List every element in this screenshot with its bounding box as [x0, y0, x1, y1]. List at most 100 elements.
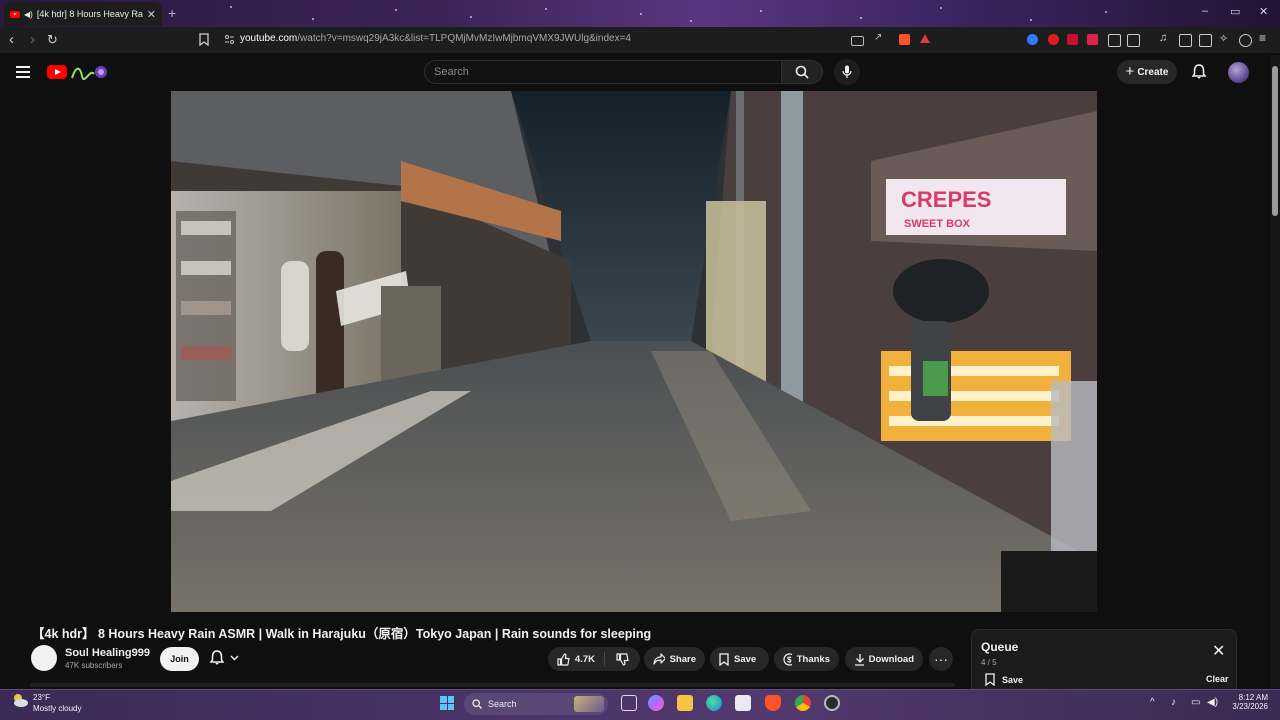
share-label: Share — [669, 653, 696, 665]
thanks-label: Thanks — [796, 653, 830, 665]
clock-date: 3/23/2026 — [1232, 702, 1268, 711]
minimize-icon[interactable]: – — [1202, 5, 1208, 17]
wallet-icon[interactable] — [1199, 34, 1212, 47]
dislike-button[interactable] — [605, 647, 640, 671]
browser-tab-strip — [0, 0, 1280, 27]
share-button[interactable]: Share — [644, 647, 705, 671]
notifications-bell-icon[interactable] — [1192, 64, 1206, 79]
edge-icon[interactable] — [706, 695, 722, 711]
clock-time: 8:12 AM — [1238, 693, 1268, 702]
back-icon[interactable]: ‹ — [9, 31, 14, 49]
svg-text:$: $ — [787, 655, 792, 664]
voice-search-button[interactable] — [834, 59, 860, 85]
brave-shield-icon[interactable] — [899, 34, 910, 45]
extension-icon[interactable] — [1027, 34, 1038, 45]
windows-taskbar — [0, 689, 1280, 720]
save-button[interactable]: Save — [710, 647, 769, 671]
close-tab-icon[interactable]: ✕ — [147, 8, 156, 21]
queue-clear-button[interactable]: Clear — [1206, 674, 1229, 684]
close-icon[interactable]: ✕ — [1212, 644, 1225, 660]
address-bar[interactable]: youtube.com/watch?v=mswq29jA3kc&list=TLP… — [240, 33, 631, 44]
youtube-doodle-icon[interactable] — [70, 62, 108, 82]
taskbar-search-label: Search — [488, 699, 517, 709]
menu-icon[interactable] — [16, 66, 30, 81]
screen-cast-icon[interactable] — [851, 36, 864, 46]
subscriber-count: 47K subscribers — [65, 661, 123, 670]
download-icon — [855, 653, 864, 666]
sidebar-icon[interactable] — [1179, 34, 1192, 47]
search-button[interactable] — [781, 60, 823, 84]
video-frame-rainy-street: CREPES SWEET BOX — [171, 91, 1097, 612]
thanks-button[interactable]: $ Thanks — [774, 647, 839, 671]
weather-condition[interactable]: Mostly cloudy — [33, 704, 81, 713]
display-icon[interactable]: ▭ — [1191, 697, 1200, 708]
speaker-icon[interactable]: ◀) — [24, 10, 33, 19]
extension-icon[interactable] — [1048, 34, 1059, 45]
reload-icon[interactable]: ↻ — [47, 31, 58, 49]
search-icon — [472, 699, 482, 709]
extension-icon[interactable] — [1127, 34, 1140, 47]
close-window-icon[interactable]: ✕ — [1259, 5, 1268, 18]
account-avatar[interactable] — [1228, 62, 1249, 83]
shop-sign-text: CREPES — [901, 187, 991, 212]
file-explorer-icon[interactable] — [677, 695, 693, 711]
share-page-icon[interactable]: ↗ — [874, 32, 885, 43]
brave-rewards-icon[interactable] — [920, 34, 930, 43]
maximize-icon[interactable]: ▭ — [1230, 5, 1240, 18]
browser-tab[interactable]: ◀) [4k hdr] 8 Hours Heavy Rain ✕ — [4, 2, 162, 26]
extension-icon[interactable] — [1108, 34, 1121, 47]
video-player[interactable]: CREPES SWEET BOX — [171, 91, 1097, 612]
weather-temperature[interactable]: 23°F — [33, 693, 50, 702]
chevron-down-icon — [230, 655, 239, 660]
browser-menu-icon[interactable]: ≡ — [1259, 31, 1270, 45]
volume-icon[interactable]: ◀) — [1207, 697, 1218, 708]
show-hidden-icons[interactable]: ^ — [1150, 697, 1155, 708]
create-label: Create — [1137, 66, 1169, 78]
copilot-icon[interactable] — [648, 695, 664, 711]
save-icon — [719, 652, 729, 666]
bookmark-icon[interactable] — [199, 33, 209, 46]
chrome-icon[interactable] — [795, 695, 811, 711]
queue-save-button[interactable]: Save — [985, 673, 1023, 686]
youtube-logo[interactable] — [47, 65, 67, 79]
subscription-notification-button[interactable] — [210, 650, 239, 665]
system-clock[interactable]: 8:12 AM 3/23/2026 — [1226, 693, 1268, 711]
extension-icon[interactable] — [1087, 34, 1098, 45]
task-view-icon[interactable] — [621, 695, 637, 711]
search-input[interactable]: Search — [424, 60, 782, 84]
forward-icon[interactable]: › — [30, 31, 35, 49]
description-box-edge — [30, 683, 955, 687]
create-button[interactable]: + Create — [1117, 60, 1177, 84]
more-actions-button[interactable]: ··· — [929, 647, 953, 671]
site-info-icon[interactable] — [224, 34, 235, 45]
store-icon[interactable] — [735, 695, 751, 711]
plus-icon: + — [1125, 63, 1135, 80]
media-icon[interactable]: ♫ — [1159, 32, 1170, 44]
like-button[interactable]: 4.7K — [548, 647, 604, 671]
search-icon — [795, 65, 809, 79]
taskbar-search[interactable]: Search — [464, 693, 608, 715]
vpn-icon[interactable] — [1239, 34, 1252, 47]
join-button[interactable]: Join — [160, 647, 199, 671]
extension-icon[interactable] — [1067, 34, 1078, 45]
more-icon: ··· — [934, 651, 948, 667]
youtube-favicon — [10, 10, 20, 18]
thanks-icon: $ — [783, 652, 792, 666]
url-path: /watch?v=mswq29jA3kc&list=TLPQMjMvMzIwMj… — [297, 33, 631, 44]
save-icon — [985, 673, 995, 686]
windows-logo[interactable] — [440, 696, 454, 710]
channel-name[interactable]: Soul Healing999 — [65, 647, 150, 659]
app-icon[interactable] — [824, 695, 840, 711]
ai-icon[interactable]: ✧ — [1219, 32, 1230, 45]
download-button[interactable]: Download — [845, 647, 923, 671]
shop-sign-subtext: SWEET BOX — [904, 218, 971, 230]
dislike-icon — [616, 652, 629, 666]
weather-icon[interactable] — [11, 692, 29, 708]
new-tab-button[interactable]: + — [168, 5, 176, 21]
channel-avatar[interactable] — [31, 645, 57, 671]
bell-icon — [210, 650, 224, 665]
mic-status-icon[interactable]: ♪ — [1171, 697, 1176, 708]
scrollbar-thumb[interactable] — [1272, 66, 1278, 216]
brave-icon[interactable] — [765, 695, 781, 711]
queue-count: 4 / 5 — [981, 658, 997, 667]
